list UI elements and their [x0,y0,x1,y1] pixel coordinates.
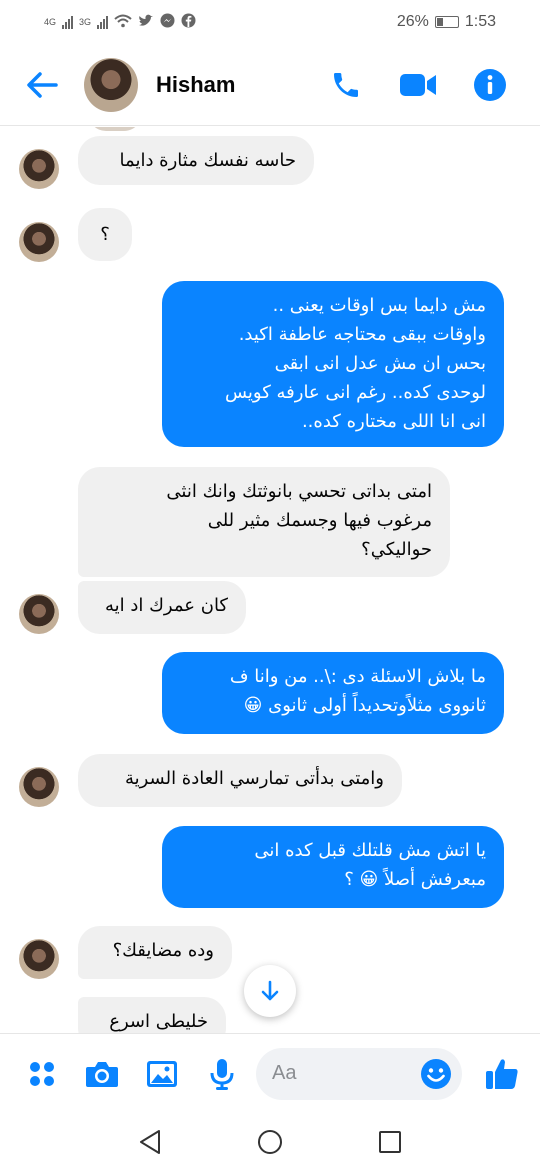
microphone-icon [210,1058,234,1090]
emoji-icon [421,1058,451,1089]
gallery-button[interactable] [132,1044,192,1104]
twitter-icon [138,14,154,31]
header-actions [310,55,526,115]
phone-icon [334,72,358,97]
nav-recents-button[interactable] [360,1117,420,1167]
message-bubble-incoming[interactable]: ؟ [78,208,132,261]
message-input[interactable]: Aa [256,1047,462,1100]
status-bar: 4G 3G 26% 1:53 [0,0,540,44]
message-bubble-incoming[interactable]: حاسه نفسك مثارة دايما [78,136,314,185]
sender-avatar [19,939,59,979]
message-bubble-outgoing[interactable]: مش دايما بس اوقات يعنى .. واوقات ببقى مح… [162,281,504,447]
signal-icon-2 [97,15,109,29]
microphone-button[interactable] [192,1044,252,1104]
nav-back-button[interactable] [120,1117,180,1167]
avatar-partial [88,127,142,131]
sender-avatar [19,767,59,807]
info-icon [474,68,506,101]
camera-button[interactable] [72,1044,132,1104]
arrow-down-icon [261,980,279,1001]
video-call-button[interactable] [382,55,454,115]
apps-button[interactable] [12,1044,72,1104]
composer-bar: Aa [0,1033,540,1113]
network-4g-label: 4G [44,17,57,27]
back-button[interactable] [0,44,84,126]
facebook-status-icon [181,13,196,31]
back-arrow-icon [27,71,58,98]
sender-avatar [19,594,59,634]
message-input-placeholder: Aa [272,1062,297,1084]
scroll-to-bottom-button[interactable] [244,965,296,1017]
contact-avatar[interactable] [84,57,138,112]
info-button[interactable] [454,55,526,115]
wifi-icon [114,14,132,31]
message-bubble-incoming[interactable]: خليطى اسرع [78,997,226,1033]
message-bubble-incoming[interactable]: امتى بداتى تحسي بانوثتك وانك انثى مرغوب … [78,467,450,577]
system-navigation-bar [0,1113,540,1170]
conversation-header: Hisham [0,44,540,126]
message-list[interactable]: حاسه نفسك مثارة دايما ؟ مش دايما بس اوقا… [0,127,540,1033]
message-bubble-incoming[interactable]: وده مضايقك؟ [78,926,232,979]
gallery-icon [147,1060,177,1087]
nav-home-icon [258,1129,282,1154]
sender-avatar [19,222,59,262]
voice-call-button[interactable] [310,55,382,115]
message-bubble-incoming[interactable]: كان عمرك اد ايه [78,581,246,634]
like-icon [486,1058,518,1089]
status-left: 4G 3G [44,13,196,31]
nav-back-icon [140,1129,160,1154]
contact-name[interactable]: Hisham [156,72,310,98]
status-right: 26% 1:53 [397,13,496,31]
message-bubble-outgoing[interactable]: ما بلاش الاسئلة دى :\.. من وانا ف ثانووى… [162,652,504,734]
signal-icon [62,15,74,29]
battery-percent: 26% [396,13,429,30]
message-bubble-incoming[interactable]: وامتى بدأتى تمارسي العادة السرية [78,754,402,807]
video-icon [400,73,436,96]
nav-home-button[interactable] [240,1117,300,1167]
message-bubble-outgoing[interactable]: يا اتش مش قلتلك قبل كده انى مبعرفش أصلاً… [162,826,504,908]
clock: 1:53 [464,13,496,30]
like-button[interactable] [472,1044,532,1104]
sender-avatar [19,149,59,189]
nav-recents-icon [379,1130,401,1153]
camera-icon [86,1061,118,1087]
emoji-button[interactable] [416,1054,456,1094]
messenger-status-icon [160,13,175,31]
apps-icon [30,1061,54,1086]
battery-icon [434,16,459,28]
network-3g-label: 3G [79,17,92,27]
